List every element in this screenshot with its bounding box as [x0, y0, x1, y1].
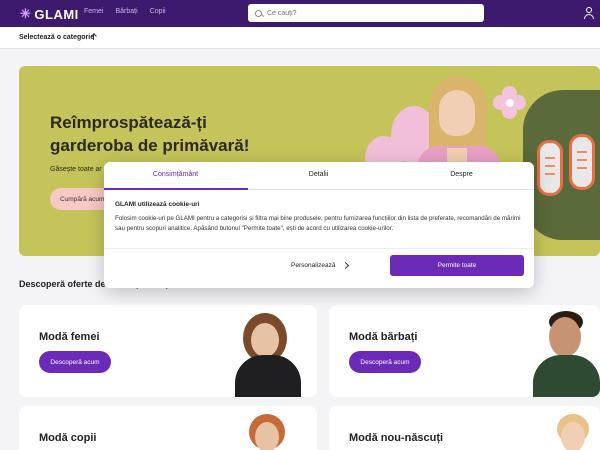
logo-text: GLAMI [34, 6, 79, 22]
nav-item-barbati[interactable]: Bărbați [115, 8, 137, 15]
nav-item-copii[interactable]: Copii [150, 8, 166, 15]
main-nav: Femei Bărbați Copii [84, 8, 166, 15]
discover-men-button[interactable]: Descoperă acum [349, 351, 421, 373]
user-account-icon[interactable] [584, 7, 594, 19]
active-tab-indicator [104, 188, 248, 190]
logo-star-icon: ✳ [20, 6, 32, 21]
arrow-up-icon[interactable] [90, 33, 98, 41]
search-input[interactable] [267, 9, 467, 17]
card-title: Modă bărbați [349, 331, 418, 343]
search-bar[interactable] [248, 4, 484, 22]
discover-women-button[interactable]: Descoperă acum [39, 351, 111, 373]
chevron-right-icon [342, 261, 350, 270]
consent-heading: GLAMI utilizează cookie-uri [115, 201, 200, 208]
cookie-consent-dialog: Consimțământ Detalii Despre GLAMI utiliz… [104, 162, 534, 288]
consent-tabs: Consimțământ Detalii Despre [104, 162, 534, 190]
card-title: Modă femei [39, 331, 100, 343]
top-navigation: ✳ GLAMI Femei Bărbați Copii [0, 0, 600, 27]
hero-shoes-image [523, 90, 600, 240]
allow-all-button[interactable]: Permite toate [390, 255, 524, 276]
women-model-image [231, 313, 307, 397]
category-selector[interactable]: Selectează o categorie [19, 34, 94, 41]
card-newborn[interactable]: Modă nou-născuți [329, 406, 600, 450]
men-model-image [529, 311, 600, 397]
category-bar: Selectează o categorie [0, 27, 600, 49]
tab-about[interactable]: Despre [390, 171, 533, 178]
card-title: Modă nou-născuți [349, 432, 444, 444]
hero-subtitle: Găsește toate ar [50, 166, 102, 173]
consent-body: Folosim cookie-uri pe GLAMI pentru a cat… [115, 215, 521, 232]
tab-details[interactable]: Detalii [247, 171, 390, 178]
card-men[interactable]: Modă bărbați Descoperă acum [329, 305, 600, 397]
card-women[interactable]: Modă femei Descoperă acum [19, 305, 317, 397]
glami-logo[interactable]: ✳ GLAMI [20, 6, 79, 22]
newborn-model-image [553, 414, 593, 450]
tab-consent[interactable]: Consimțământ [104, 171, 247, 178]
card-kids[interactable]: Modă copii [19, 406, 317, 450]
divider [104, 248, 534, 249]
hero-title: Reîmprospătează-ți garderoba de primăvar… [50, 113, 250, 155]
nav-item-femei[interactable]: Femei [84, 8, 103, 15]
customize-label: Personalizează [291, 262, 336, 269]
customize-button[interactable]: Personalizează [291, 261, 350, 270]
kids-model-image [245, 414, 289, 450]
card-title: Modă copii [39, 432, 97, 444]
search-icon [255, 9, 262, 17]
